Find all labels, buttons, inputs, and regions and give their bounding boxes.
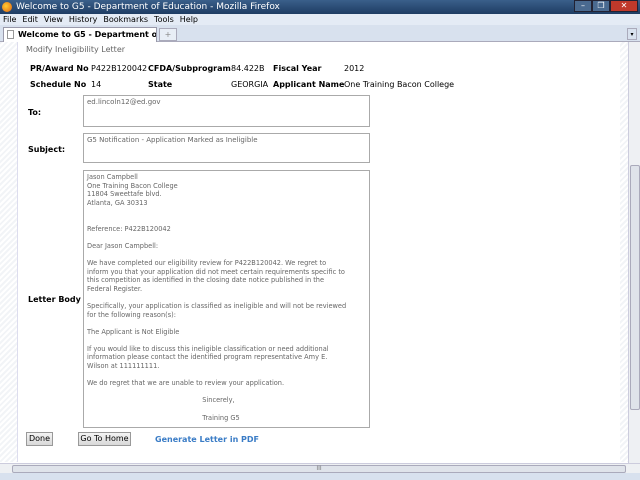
horizontal-scrollbar[interactable]: III [0,463,640,473]
tab-list-button[interactable]: ▾ [627,28,637,40]
schedule-label: Schedule No [30,80,87,89]
state-value: GEORGIA [231,80,269,89]
tab-bar: Welcome to G5 - Department of Edu... + ▾ [0,25,640,42]
horizontal-scroll-thumb[interactable]: III [12,465,626,473]
generate-pdf-link[interactable]: Generate Letter in PDF [155,435,259,444]
menu-help[interactable]: Help [177,14,201,25]
content-viewport: Modify Ineligibility Letter PR/Award No … [0,42,628,462]
pr-award-value: P422B120042 [91,64,148,73]
cfda-value: 84.422B [231,64,265,73]
page-title: Modify Ineligibility Letter [26,45,126,54]
done-button[interactable]: Done [26,432,53,446]
menu-bookmarks[interactable]: Bookmarks [100,14,151,25]
close-button[interactable]: ✕ [610,0,638,12]
go-to-home-button[interactable]: Go To Home [78,432,131,446]
schedule-value: 14 [91,80,102,89]
menu-view[interactable]: View [41,14,66,25]
to-label: To: [28,108,42,117]
menu-history[interactable]: History [66,14,100,25]
fiscal-year-label: Fiscal Year [273,64,322,73]
menu-file[interactable]: File [0,14,19,25]
window-title: Welcome to G5 - Department of Education … [16,2,280,12]
state-label: State [148,80,173,89]
to-field[interactable]: ed.lincoln12@ed.gov [83,95,370,127]
letter-body-field[interactable]: Jason Campbell One Training Bacon Colleg… [83,170,370,428]
subject-label: Subject: [28,145,66,154]
pr-award-label: PR/Award No [30,64,89,73]
menu-edit[interactable]: Edit [19,14,41,25]
title-bar: Welcome to G5 - Department of Education … [0,0,640,14]
letter-body-label: Letter Body [28,295,81,304]
page-icon [7,30,14,39]
firefox-icon [2,2,12,12]
applicant-value: One Training Bacon College [344,80,455,89]
menu-tools[interactable]: Tools [151,14,177,25]
subject-field[interactable]: G5 Notification - Application Marked as … [83,133,370,163]
browser-tab[interactable]: Welcome to G5 - Department of Edu... [3,27,157,42]
vertical-scrollbar[interactable] [628,42,640,463]
minimize-button[interactable]: – [574,0,592,12]
fiscal-year-value: 2012 [344,64,365,73]
status-bar [0,473,640,480]
tab-label: Welcome to G5 - Department of Edu... [18,30,157,39]
new-tab-button[interactable]: + [159,28,177,41]
page: Modify Ineligibility Letter PR/Award No … [17,42,620,462]
menu-bar: File Edit View History Bookmarks Tools H… [0,14,640,25]
applicant-label: Applicant Name [273,80,345,89]
cfda-label: CFDA/Subprogram [148,64,231,73]
maximize-button[interactable]: ❐ [592,0,610,12]
vertical-scroll-thumb[interactable] [630,165,640,410]
